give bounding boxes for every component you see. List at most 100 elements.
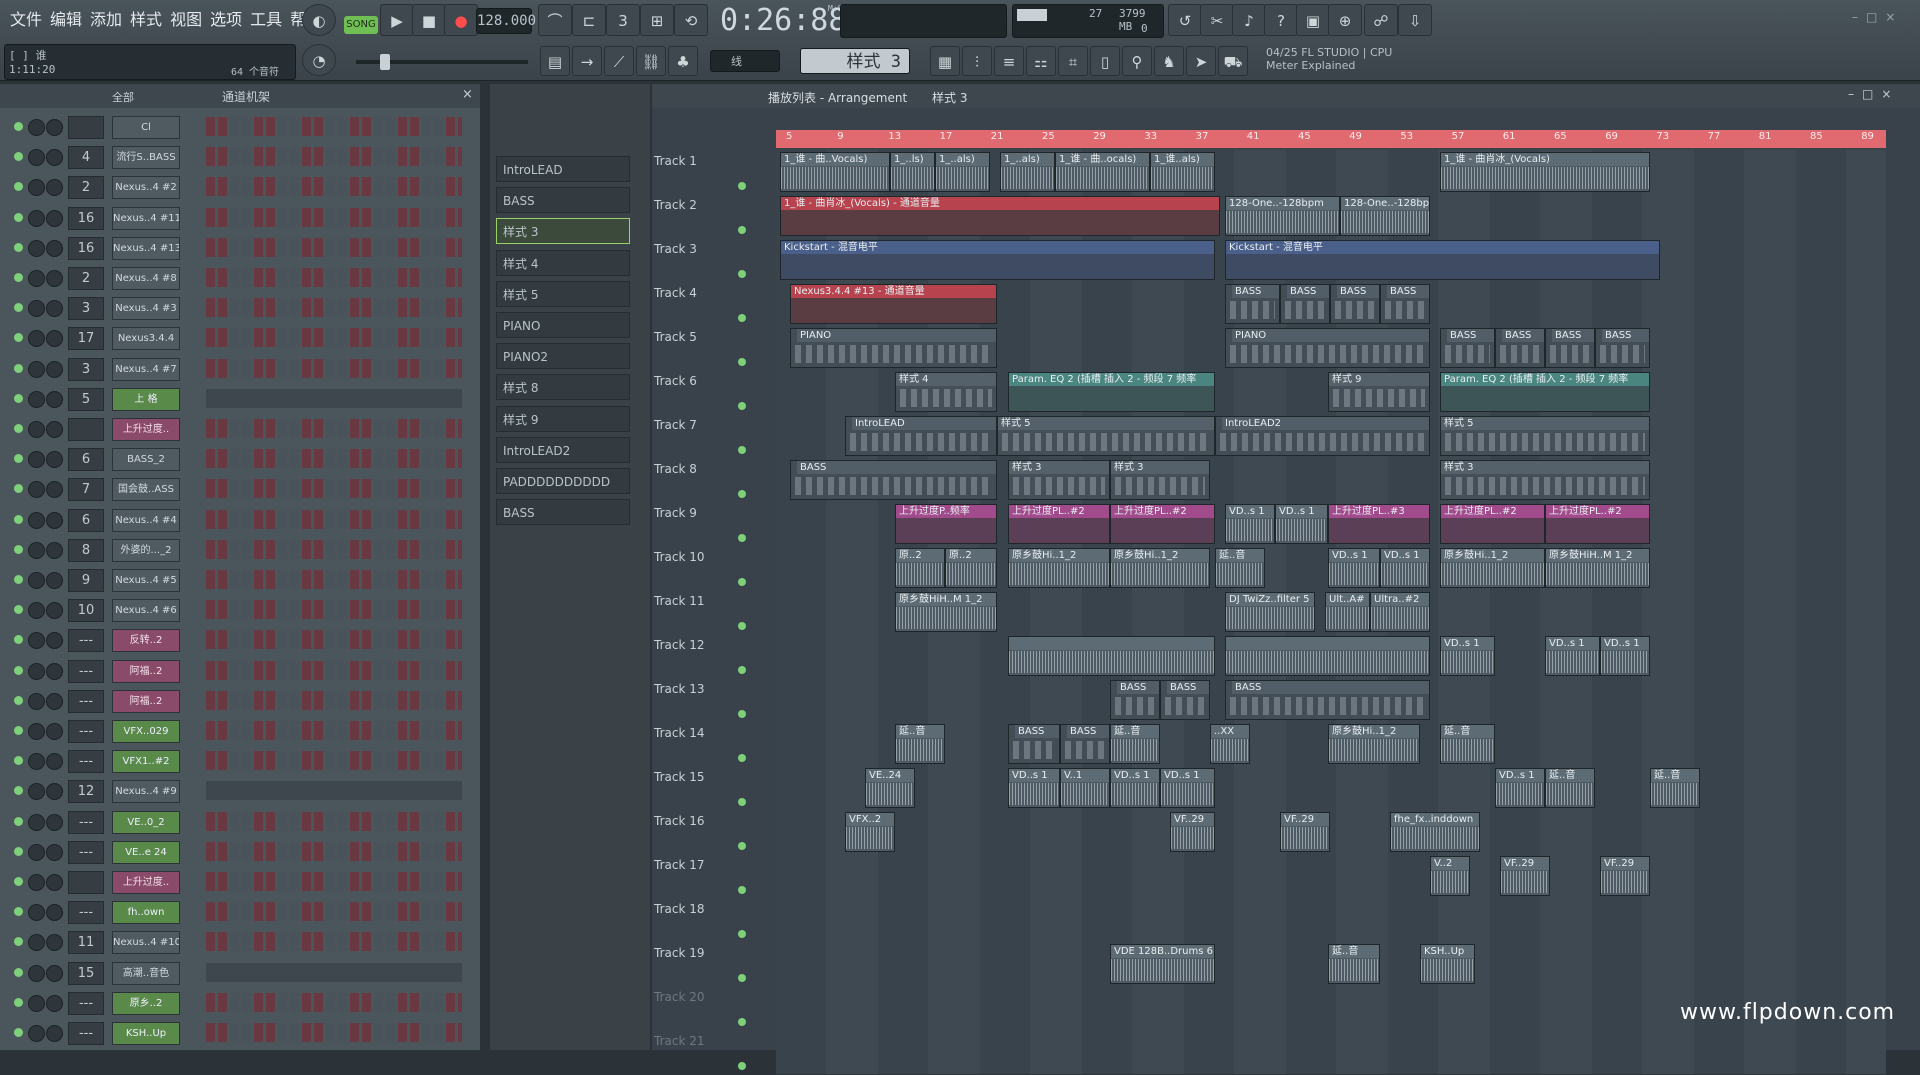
track-mute-led[interactable]	[738, 842, 746, 850]
mixer-icon[interactable]: ⫶	[962, 46, 992, 76]
channel-pan-knob[interactable]	[28, 360, 45, 378]
playlist-clip[interactable]: VF..29	[1600, 856, 1650, 896]
channel-row[interactable]: 3 Nexus..4 #7	[6, 356, 462, 382]
channel-enable-led[interactable]	[14, 424, 23, 433]
channel-pan-knob[interactable]	[28, 511, 45, 529]
rack-close-icon[interactable]: ×	[462, 87, 473, 102]
playlist-clip[interactable]: 1_..als)	[935, 152, 990, 192]
track-mute-led[interactable]	[738, 358, 746, 366]
channel-mixer-track[interactable]: 15	[68, 961, 104, 985]
channel-name-button[interactable]: BASS_2	[112, 448, 180, 472]
playlist-clip[interactable]	[1225, 636, 1430, 676]
channel-row[interactable]: Cl	[6, 114, 462, 140]
channel-enable-led[interactable]	[14, 303, 23, 313]
playlist-clip[interactable]: 原乡鼓Hi..1_2	[1328, 724, 1420, 764]
playlist-clip[interactable]: VF..29	[1280, 812, 1330, 852]
channel-mixer-track[interactable]: 5	[68, 387, 104, 411]
playlist-clip[interactable]: V..1	[1060, 768, 1110, 808]
channel-volume-knob[interactable]	[46, 813, 63, 831]
playlist-clip[interactable]: Ult..A#	[1325, 592, 1370, 632]
channel-volume-knob[interactable]	[46, 300, 63, 318]
channel-volume-knob[interactable]	[46, 451, 63, 469]
channel-enable-led[interactable]	[14, 967, 23, 977]
channel-name-button[interactable]: 外婆的..._2	[112, 538, 180, 562]
step-sequencer[interactable]	[206, 630, 462, 650]
step-sequencer[interactable]	[206, 1023, 462, 1042]
channel-volume-knob[interactable]	[46, 632, 63, 650]
track-header[interactable]: Track 3	[654, 242, 754, 256]
pattern-item[interactable]: BASS	[496, 499, 630, 526]
playlist-clip[interactable]: 上升过度PL..#2	[1440, 504, 1545, 544]
track-header[interactable]: Track 12	[654, 638, 754, 652]
playlist-clip[interactable]: 原..2	[895, 548, 945, 588]
track-mute-led[interactable]	[738, 1062, 746, 1070]
step-sequencer[interactable]	[206, 992, 462, 1012]
track-header[interactable]: Track 8	[654, 462, 754, 476]
step-edit-icon[interactable]: ⊞	[640, 4, 674, 36]
playlist-clip[interactable]: 延..音	[1650, 768, 1700, 808]
channel-row[interactable]: 2 Nexus..4 #8	[6, 265, 462, 291]
step-sequencer[interactable]	[206, 207, 462, 227]
playlist-clip[interactable]: VFX..2	[845, 812, 895, 852]
channel-volume-knob[interactable]	[46, 330, 63, 348]
master-volume-handle[interactable]	[380, 54, 390, 70]
channel-enable-led[interactable]	[14, 182, 23, 192]
playlist-clip[interactable]: VD..s 1	[1160, 768, 1215, 808]
channel-volume-knob[interactable]	[46, 602, 63, 620]
channel-pan-knob[interactable]	[28, 481, 45, 499]
step-sequencer[interactable]	[206, 449, 462, 469]
pattern-item[interactable]: 样式 8	[496, 374, 630, 401]
playlist-clip[interactable]: BASS	[1225, 680, 1430, 720]
track-mute-led[interactable]	[738, 622, 746, 630]
playlist-clip[interactable]	[1008, 636, 1215, 676]
playlist-clip[interactable]: 样式 3	[1110, 460, 1210, 500]
playlist-clip[interactable]: BASS	[790, 460, 997, 500]
menu-item[interactable]: 视图	[166, 0, 206, 40]
channel-mixer-track[interactable]	[68, 871, 104, 894]
channel-pan-knob[interactable]	[28, 813, 45, 831]
channel-enable-led[interactable]	[14, 635, 23, 645]
playlist-clip[interactable]: 上升过度PL..#2	[1110, 504, 1215, 544]
pattern-item[interactable]: 样式 4	[496, 249, 630, 276]
channel-row[interactable]: --- 阿福..2	[6, 688, 462, 714]
wait-for-input-icon[interactable]: ⊏	[572, 4, 606, 36]
playlist-clip[interactable]: BASS	[1495, 328, 1545, 368]
playlist-clip[interactable]: fhe_fx..inddown	[1390, 812, 1480, 852]
channel-mixer-track[interactable]: ---	[68, 629, 104, 653]
channel-enable-led[interactable]	[14, 333, 23, 343]
shop-icon[interactable]: ⛟	[1218, 46, 1248, 76]
channel-row[interactable]: 15 高潮..音色	[6, 960, 462, 986]
step-sequencer[interactable]	[206, 147, 462, 167]
channel-pan-knob[interactable]	[28, 934, 45, 952]
undo-icon[interactable]: ↺	[1168, 4, 1202, 36]
playlist-clip[interactable]: 1_..ls)	[890, 152, 935, 192]
channel-volume-knob[interactable]	[46, 511, 63, 529]
playlist-clip[interactable]: VD..s 1	[1440, 636, 1495, 676]
track-mute-led[interactable]	[738, 930, 746, 938]
playlist-clip[interactable]: 128-One..-128bpm	[1340, 196, 1430, 236]
playlist-clip[interactable]: PIANO	[1225, 328, 1430, 368]
channel-name-button[interactable]: Nexus..4 #3	[112, 297, 180, 321]
tempo-display[interactable]: 128.000	[476, 8, 536, 34]
channel-mixer-track[interactable]: 4	[68, 146, 104, 170]
channel-row[interactable]: 12 Nexus..4 #9	[6, 778, 462, 804]
channel-volume-knob[interactable]	[46, 1025, 63, 1042]
channel-volume-knob[interactable]	[46, 874, 63, 891]
playlist-clip[interactable]: 原乡鼓Hi..1_2	[1008, 548, 1110, 588]
channel-mixer-track[interactable]	[68, 116, 104, 139]
track-header[interactable]: Track 19	[654, 946, 754, 960]
channel-mixer-track[interactable]: 10	[68, 599, 104, 623]
track-header[interactable]: Track 14	[654, 726, 754, 740]
playlist-clip[interactable]: 延..音	[1110, 724, 1160, 764]
playlist-clip[interactable]: VD..s 1	[1275, 504, 1328, 544]
channel-row[interactable]: --- 反转..2	[6, 627, 462, 653]
playlist-clip[interactable]: VD..s 1	[1600, 636, 1650, 676]
channel-row[interactable]: 10 Nexus..4 #6	[6, 597, 462, 623]
playlist-clip[interactable]: 上升过度PL..#3	[1328, 504, 1430, 544]
channel-name-button[interactable]: 阿福..2	[112, 659, 180, 683]
countdown-icon[interactable]: 3	[606, 4, 640, 36]
channel-row[interactable]: 4 流行S..BASS	[6, 144, 462, 170]
playlist-clip[interactable]: VD..s 1	[1380, 548, 1430, 588]
plugin-picker-icon[interactable]: ⚲	[1122, 46, 1152, 76]
channel-volume-knob[interactable]	[46, 360, 63, 378]
